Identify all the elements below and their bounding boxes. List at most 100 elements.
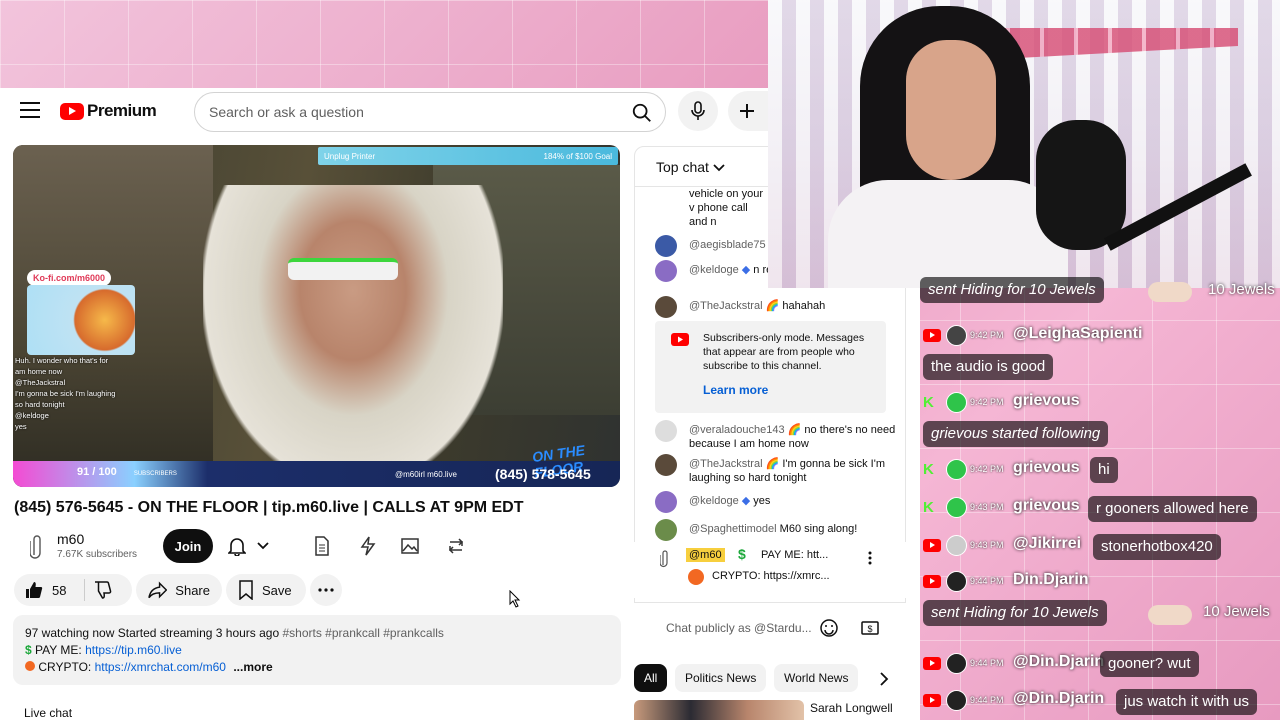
channel-avatar[interactable] [20,529,54,563]
stream-chat-row: 9:44 PM @Din.Djarin gooner? wut [920,650,1280,678]
related-thumbnail [634,700,804,720]
microphone-icon [691,101,705,120]
search-box[interactable] [194,92,666,132]
stream-chat-message: r gooners allowed here [1088,496,1257,522]
video-title: (845) 576-5645 - ON THE FLOOR | tip.m60.… [14,499,524,516]
stream-chat-event: sent Hiding for 10 Jewels 10 Jewels [920,277,1280,305]
youtube-icon [923,694,941,707]
video-player[interactable]: Unplug Printer 184% of $100 Goal Ko-fi.c… [13,145,620,487]
goal-bar: Unplug Printer 184% of $100 Goal [318,147,618,165]
super-chat-icon[interactable]: $ [860,618,880,638]
moderator-icon: ◆ [741,495,751,507]
stream-chat-row: K 9:42 PM grievous [923,392,1080,413]
kofi-badge: Ko-fi.com/m6000 [27,270,112,286]
kick-icon: K [923,499,934,516]
overlay-handles: @m60irl m60.live [395,470,457,479]
video-actions: 58 Share Save [14,574,614,608]
description-stats: 97 watching now Started streaming 3 hour… [25,626,280,640]
avatar [946,653,967,674]
streamer-video [203,185,503,487]
moderator-icon: ◆ [741,264,751,276]
description-box[interactable]: 97 watching now Started streaming 3 hour… [13,615,621,685]
avatar [946,535,967,556]
paperclip-icon [30,535,41,559]
pinned-author[interactable]: @m60 [686,548,725,562]
stream-chat-message: jus watch it with us [1116,689,1258,715]
filter-chips: All Politics News World News [634,664,920,694]
youtube-icon [923,329,941,342]
chat-input-bar: $ [634,602,906,652]
learn-more-link[interactable]: Learn more [703,383,768,397]
chevron-right-icon[interactable] [879,672,889,686]
overlay-chat: Huh. I wonder who that's for am home now… [15,356,116,431]
logo-text: Premium [87,101,157,120]
share-label: Share [175,582,210,598]
avatar[interactable] [655,296,677,318]
avatar [946,459,967,480]
more-link[interactable]: ...more [233,660,272,674]
sunglasses [288,258,398,280]
description-tags[interactable]: #shorts #prankcall #prankcalls [283,626,444,640]
avatar[interactable] [655,491,677,513]
more-horizontal-icon [318,588,334,592]
chat-mode-dropdown[interactable]: Top chat [656,159,725,175]
thumbs-down-icon[interactable] [93,580,113,600]
more-actions-button[interactable] [310,574,342,606]
bell-icon [228,538,246,556]
stream-chat-message: stonerhotbox420 [1093,534,1221,560]
stream-chat-message: gooner? wut [1100,651,1199,677]
chat-input[interactable] [666,619,816,637]
youtube-premium-logo[interactable]: Premium [60,101,157,121]
avatar[interactable] [655,235,677,257]
thumbs-up-icon[interactable] [24,580,44,600]
avatar[interactable] [655,519,677,541]
lightning-icon[interactable] [358,536,378,556]
kick-icon: K [923,394,934,411]
member-badge-icon: 🌈 [765,300,780,312]
monero-icon [688,569,704,585]
chevron-down-icon [713,164,725,172]
youtube-icon [923,657,941,670]
search-icon[interactable] [631,102,653,124]
avatar[interactable] [655,420,677,442]
avatar [946,497,967,518]
kick-icon: K [923,461,934,478]
crypto-link[interactable]: https://xmrchat.com/m60 [95,660,226,674]
garfield-overlay-image [27,285,135,355]
avatar[interactable] [655,454,677,476]
chevron-down-icon [257,542,269,550]
search-input[interactable] [209,102,609,122]
pinned-message[interactable]: @m60 $ PAY ME: htt... CRYPTO: https://xm… [634,542,906,598]
join-button[interactable]: Join [163,529,213,563]
voice-search-button[interactable] [678,91,718,131]
hamburger-menu-icon[interactable] [20,102,40,120]
youtube-logo-icon [60,102,84,120]
chip-politics-news[interactable]: Politics News [675,664,767,692]
image-icon[interactable] [400,536,420,556]
pay-label: PAY ME: [35,643,82,657]
chip-all[interactable]: All [634,664,668,692]
stream-chat-follow-event: grievous started following [923,421,1109,447]
chip-world-news[interactable]: World News [774,664,859,692]
sub-counter: 91 / 100 SUBSCRIBERS [77,466,177,478]
notifications-button[interactable] [228,531,288,561]
related-video[interactable]: Sarah Longwell [634,700,920,720]
emoji-icon[interactable] [819,618,839,638]
channel-name[interactable]: m60 [57,531,84,547]
share-button[interactable]: Share [136,574,222,606]
pay-link[interactable]: https://tip.m60.live [85,643,182,657]
save-button[interactable]: Save [226,574,306,606]
avatar[interactable] [655,260,677,282]
clip-icon[interactable] [446,536,466,556]
more-vertical-icon[interactable] [868,551,872,565]
channel-owner-row: m60 7.67K subscribers Join [14,528,614,568]
crypto-label: CRYPTO: [38,660,92,674]
document-icon[interactable] [312,536,332,556]
avatar [946,392,967,413]
youtube-icon [923,575,941,588]
svg-text:$: $ [867,624,872,634]
monero-icon [25,661,35,671]
live-chat-label: Live chat [24,706,73,720]
like-count[interactable]: 58 [52,583,66,598]
webcam-feed [768,0,1280,288]
